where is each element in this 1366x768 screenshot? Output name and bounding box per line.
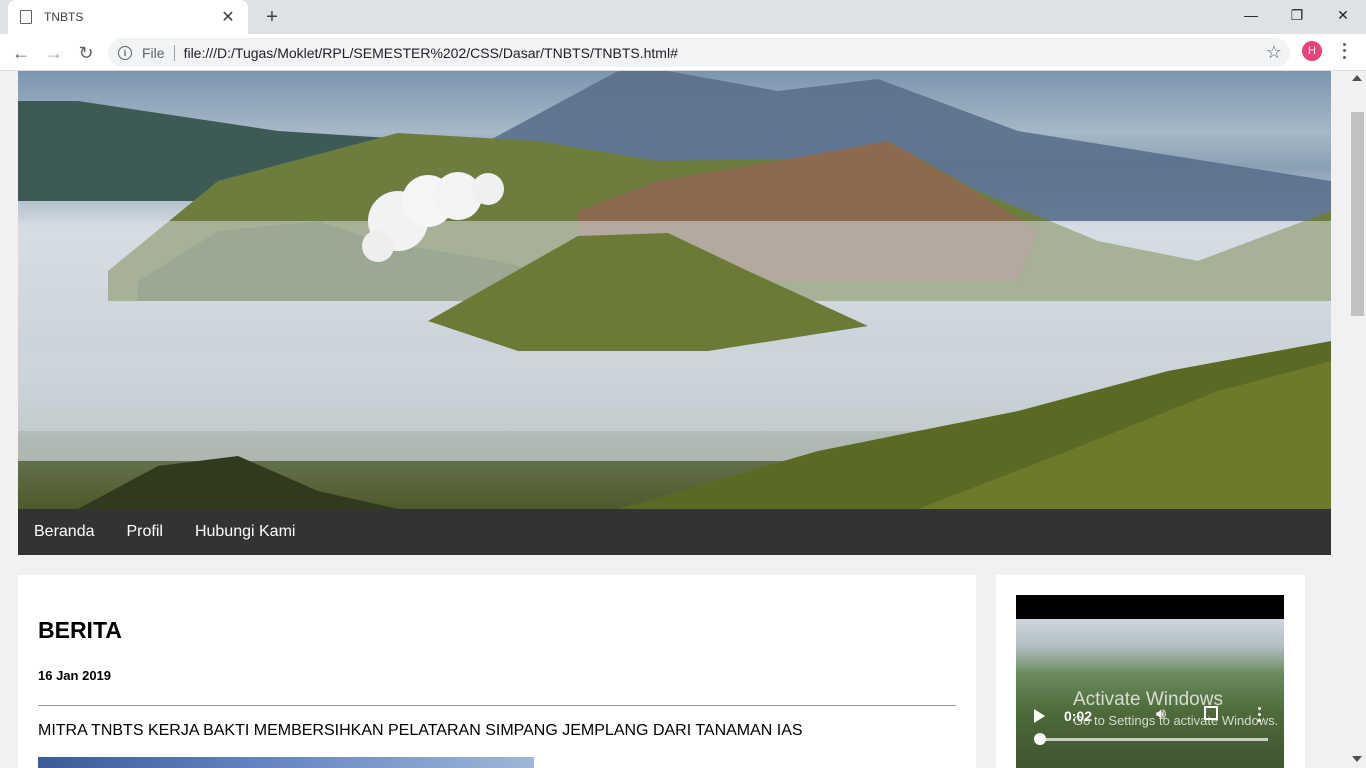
page-viewport: Beranda Profil Hubungi Kami BERITA 16 Ja… <box>0 71 1349 768</box>
profile-avatar[interactable]: H <box>1302 41 1322 61</box>
menu-icon[interactable] <box>1336 41 1352 61</box>
divider <box>173 44 175 61</box>
main-nav: Beranda Profil Hubungi Kami <box>18 509 1331 555</box>
article-headline: MITRA TNBTS KERJA BAKTI MEMBERSIHKAN PEL… <box>38 722 803 739</box>
minimize-icon[interactable]: — <box>1228 0 1274 30</box>
back-icon[interactable]: ← <box>8 40 34 66</box>
vertical-scrollbar[interactable] <box>1349 71 1366 768</box>
watermark-title: Activate Windows <box>1073 689 1223 710</box>
reload-icon[interactable]: ↻ <box>73 40 99 66</box>
nav-item-beranda[interactable]: Beranda <box>34 523 95 541</box>
star-icon[interactable]: ☆ <box>1266 42 1282 63</box>
tab-title: TNBTS <box>44 10 84 24</box>
scroll-thumb[interactable] <box>1351 112 1364 316</box>
address-bar[interactable]: i File file:///D:/Tugas/Moklet/RPL/SEMES… <box>108 38 1290 67</box>
video-player[interactable]: 0:02 🔊︎ <box>1016 595 1284 768</box>
scheme-label: File <box>142 44 165 61</box>
url-text[interactable]: file:///D:/Tugas/Moklet/RPL/SEMESTER%202… <box>184 45 678 61</box>
watermark-subtitle: Go to Settings to activate Windows. <box>1073 713 1279 728</box>
article-date: 16 Jan 2019 <box>38 668 112 683</box>
activation-watermark: Activate Windows Go to Settings to activ… <box>1073 689 1278 728</box>
browser-tab[interactable]: TNBTS ✕ <box>8 0 248 34</box>
news-section: BERITA 16 Jan 2019 MITRA TNBTS KERJA BAK… <box>18 575 976 768</box>
scroll-down-icon[interactable] <box>1352 756 1362 762</box>
scroll-up-icon[interactable] <box>1352 75 1362 81</box>
tab-strip: TNBTS ✕ + — ❐ ✕ <box>0 0 1366 34</box>
play-icon[interactable] <box>1034 709 1045 723</box>
document-icon <box>20 10 32 24</box>
video-progress-knob[interactable] <box>1034 733 1046 745</box>
info-icon[interactable]: i <box>118 45 132 60</box>
browser-toolbar: ← → ↻ i File file:///D:/Tugas/Moklet/RPL… <box>0 34 1366 71</box>
nav-item-hubungi-kami[interactable]: Hubungi Kami <box>195 523 296 541</box>
volcano-landscape-image <box>18 71 1331 509</box>
sidebar: 0:02 🔊︎ <box>996 575 1305 768</box>
plus-icon[interactable]: + <box>260 5 284 29</box>
section-heading: BERITA <box>38 617 122 643</box>
hero-image <box>18 71 1331 509</box>
divider <box>38 705 956 706</box>
video-progress-track[interactable] <box>1040 738 1268 741</box>
article-image <box>38 757 534 768</box>
window-close-icon[interactable]: ✕ <box>1320 0 1366 30</box>
maximize-icon[interactable]: ❐ <box>1274 0 1320 30</box>
close-icon[interactable]: ✕ <box>220 7 236 27</box>
forward-icon[interactable]: → <box>41 40 67 66</box>
nav-item-profil[interactable]: Profil <box>127 523 163 541</box>
